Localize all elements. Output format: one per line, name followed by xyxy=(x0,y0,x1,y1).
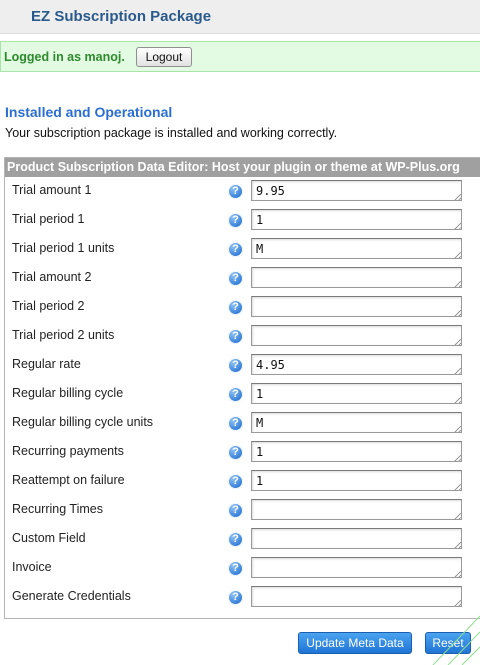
field-label: Regular billing cycle xyxy=(12,386,124,400)
field-input[interactable] xyxy=(251,267,462,288)
help-icon[interactable]: ? xyxy=(228,474,243,489)
field-label: Trial period 1 xyxy=(12,212,85,226)
page-title: EZ Subscription Package xyxy=(31,8,212,25)
help-icon[interactable]: ? xyxy=(228,445,243,460)
field-row: Recurring Times? xyxy=(5,497,480,526)
help-icon[interactable]: ? xyxy=(228,184,243,199)
help-icon[interactable]: ? xyxy=(228,329,243,344)
field-label: Invoice xyxy=(12,560,52,574)
field-input[interactable] xyxy=(251,586,462,607)
field-input[interactable] xyxy=(251,296,462,317)
field-input[interactable] xyxy=(251,528,462,549)
field-input[interactable] xyxy=(251,354,462,375)
help-icon[interactable]: ? xyxy=(228,532,243,547)
field-row: Custom Field? xyxy=(5,526,480,555)
field-input[interactable] xyxy=(251,412,462,433)
login-status-text: Logged in as manoj. xyxy=(4,50,125,64)
field-row: Trial period 2 units? xyxy=(5,323,480,352)
field-input[interactable] xyxy=(251,383,462,404)
field-label: Regular rate xyxy=(12,357,81,371)
help-icon[interactable]: ? xyxy=(228,387,243,402)
field-label: Trial amount 1 xyxy=(12,183,92,197)
help-icon[interactable]: ? xyxy=(228,358,243,373)
field-input[interactable] xyxy=(251,325,462,346)
field-label: Trial period 2 xyxy=(12,299,85,313)
field-label: Recurring payments xyxy=(12,444,124,458)
field-input[interactable] xyxy=(251,499,462,520)
help-icon[interactable]: ? xyxy=(228,561,243,576)
field-row: Generate Credentials? xyxy=(5,584,480,613)
help-icon[interactable]: ? xyxy=(228,213,243,228)
field-row: Regular billing cycle units? xyxy=(5,410,480,439)
field-row: Regular rate? xyxy=(5,352,480,381)
status-description: Your subscription package is installed a… xyxy=(5,126,338,140)
help-icon[interactable]: ? xyxy=(228,242,243,257)
field-label: Reattempt on failure xyxy=(12,473,125,487)
field-row: Trial period 2? xyxy=(5,294,480,323)
help-icon[interactable]: ? xyxy=(228,503,243,518)
field-row: Trial amount 2? xyxy=(5,265,480,294)
help-icon[interactable]: ? xyxy=(228,300,243,315)
field-label: Trial period 2 units xyxy=(12,328,115,342)
field-row: Regular billing cycle? xyxy=(5,381,480,410)
field-input[interactable] xyxy=(251,209,462,230)
update-meta-data-button[interactable]: Update Meta Data xyxy=(298,632,412,654)
field-input[interactable] xyxy=(251,557,462,578)
field-row: Trial period 1 units? xyxy=(5,236,480,265)
field-row: Trial period 1? xyxy=(5,207,480,236)
field-input[interactable] xyxy=(251,470,462,491)
logout-button[interactable]: Logout xyxy=(136,47,192,67)
field-label: Trial amount 2 xyxy=(12,270,92,284)
top-bar: EZ Subscription Package xyxy=(0,0,480,34)
field-label: Regular billing cycle units xyxy=(12,415,154,429)
reset-button[interactable]: Reset xyxy=(425,632,471,654)
field-row: Trial amount 1? xyxy=(5,178,480,207)
field-row: Reattempt on failure? xyxy=(5,468,480,497)
field-input[interactable] xyxy=(251,238,462,259)
login-status-bar: Logged in as manoj. Logout xyxy=(0,41,480,72)
field-label: Generate Credentials xyxy=(12,589,131,603)
status-title: Installed and Operational xyxy=(5,104,173,120)
data-editor-header: Product Subscription Data Editor: Host y… xyxy=(5,158,480,177)
help-icon[interactable]: ? xyxy=(228,416,243,431)
field-input[interactable] xyxy=(251,180,462,201)
field-label: Trial period 1 units xyxy=(12,241,115,255)
data-editor-panel: Product Subscription Data Editor: Host y… xyxy=(4,157,480,619)
field-row: Recurring payments? xyxy=(5,439,480,468)
help-icon[interactable]: ? xyxy=(228,590,243,605)
field-row: Invoice? xyxy=(5,555,480,584)
field-label: Recurring Times xyxy=(12,502,103,516)
field-label: Custom Field xyxy=(12,531,86,545)
field-input[interactable] xyxy=(251,441,462,462)
help-icon[interactable]: ? xyxy=(228,271,243,286)
